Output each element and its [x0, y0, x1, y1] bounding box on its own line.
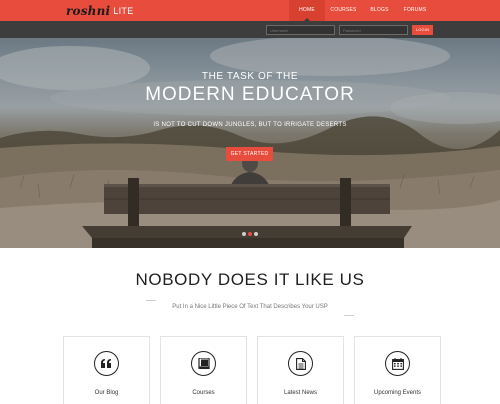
hero-background-image [0, 38, 500, 248]
section-title: NOBODY DOES IT LIKE US [135, 270, 365, 289]
feature-card-events[interactable]: Upcoming Events [354, 336, 441, 404]
feature-cards: Our Blog Courses Latest News Upcoming Ev… [63, 336, 441, 404]
hero-tagline: IS NOT TO CUT DOWN JUNGLES, BUT TO IRRIG… [153, 122, 347, 128]
nav-item-forums[interactable]: FORUMS [397, 0, 433, 21]
username-field[interactable] [266, 25, 335, 35]
nav-item-courses[interactable]: COURSES [325, 0, 362, 21]
site-logo[interactable]: roshni LITE [66, 4, 134, 18]
feature-card-blog[interactable]: Our Blog [63, 336, 150, 404]
nav-item-blogs[interactable]: BLOGS [362, 0, 397, 21]
divider-left [146, 300, 156, 301]
book-icon [191, 351, 216, 376]
hero-slider: THE TASK OF THE MODERN EDUCATOR IS NOT T… [0, 38, 500, 248]
feature-card-label: Our Blog [94, 390, 119, 396]
quote-icon [94, 351, 119, 376]
slider-dot-3[interactable] [254, 232, 258, 236]
slider-pagination [242, 232, 258, 236]
feature-card-label: Courses [192, 390, 215, 396]
password-field[interactable] [339, 25, 408, 35]
section-subtitle: Put In a Nice Little Piece Of Text That … [172, 304, 328, 310]
get-started-button[interactable]: GET STARTED [226, 147, 273, 161]
divider-right [344, 315, 354, 316]
calendar-icon [385, 351, 410, 376]
hero-heading-line2: MODERN EDUCATOR [145, 84, 355, 105]
nav-item-home[interactable]: HOME [289, 0, 325, 21]
section-subtitle-block: Put In a Nice Little Piece Of Text That … [146, 300, 354, 316]
login-button[interactable]: LOGIN [412, 25, 433, 35]
slider-dot-1[interactable] [242, 232, 246, 236]
hero-heading-line1: THE TASK OF THE [201, 71, 299, 82]
document-icon [288, 351, 313, 376]
feature-card-label: Upcoming Events [373, 390, 422, 396]
slider-dot-2[interactable] [248, 232, 252, 236]
logo-edition: LITE [113, 6, 134, 16]
feature-card-label: Latest News [283, 390, 317, 396]
feature-card-news[interactable]: Latest News [257, 336, 344, 404]
login-bar: LOGIN [0, 21, 500, 38]
logo-mark: roshni [66, 4, 111, 18]
feature-card-courses[interactable]: Courses [160, 336, 247, 404]
top-navbar: roshni LITE HOME COURSES BLOGS FORUMS [0, 0, 500, 21]
main-menu: HOME COURSES BLOGS FORUMS [289, 0, 433, 21]
page: roshni LITE HOME COURSES BLOGS FORUMS LO… [0, 0, 500, 404]
